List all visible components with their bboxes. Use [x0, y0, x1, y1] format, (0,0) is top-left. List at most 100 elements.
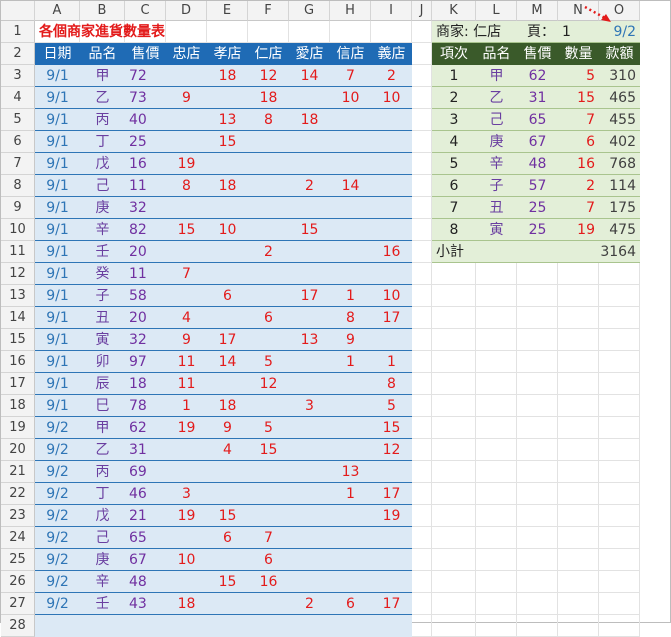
- table-cell[interactable]: [371, 461, 412, 483]
- table-cell[interactable]: 10: [207, 219, 248, 241]
- table-cell[interactable]: 82: [125, 219, 166, 241]
- row-header-9[interactable]: 9: [1, 197, 35, 219]
- grid-cell[interactable]: [517, 263, 558, 285]
- table-cell[interactable]: 6: [248, 307, 289, 329]
- table-cell[interactable]: [289, 417, 330, 439]
- grid-cell[interactable]: [432, 461, 476, 483]
- grid-cell[interactable]: [412, 483, 432, 505]
- table-cell[interactable]: [330, 549, 371, 571]
- table-cell[interactable]: 9: [330, 329, 371, 351]
- row-header-18[interactable]: 18: [1, 395, 35, 417]
- table-cell[interactable]: 戊: [80, 505, 125, 527]
- table-cell[interactable]: 己: [476, 109, 517, 131]
- table-cell[interactable]: 8: [166, 175, 207, 197]
- grid-cell[interactable]: [517, 527, 558, 549]
- table-cell[interactable]: 62: [125, 417, 166, 439]
- table-cell[interactable]: 9: [166, 87, 207, 109]
- right-header-cell[interactable]: 品名: [476, 43, 517, 65]
- table-cell[interactable]: 25: [517, 219, 558, 241]
- table-cell[interactable]: 72: [125, 65, 166, 87]
- table-cell[interactable]: 19: [371, 505, 412, 527]
- table-cell[interactable]: 5: [558, 65, 599, 87]
- table-cell[interactable]: 9: [207, 417, 248, 439]
- table-cell[interactable]: [330, 153, 371, 175]
- grid-cell[interactable]: [558, 439, 599, 461]
- table-cell[interactable]: [289, 483, 330, 505]
- row-header-13[interactable]: 13: [1, 285, 35, 307]
- table-cell[interactable]: [248, 483, 289, 505]
- column-header-k[interactable]: K: [432, 1, 476, 21]
- right-header-cell[interactable]: 項次: [432, 43, 476, 65]
- table-cell[interactable]: 7: [558, 109, 599, 131]
- table-cell[interactable]: 18: [125, 373, 166, 395]
- table-cell[interactable]: 40: [125, 109, 166, 131]
- grid-cell[interactable]: [517, 505, 558, 527]
- table-cell[interactable]: 17: [371, 593, 412, 615]
- table-cell[interactable]: 67: [125, 549, 166, 571]
- table-cell[interactable]: 丙: [80, 109, 125, 131]
- table-cell[interactable]: [330, 131, 371, 153]
- table-cell[interactable]: [371, 153, 412, 175]
- table-cell[interactable]: 1: [330, 483, 371, 505]
- table-cell[interactable]: 丁: [80, 483, 125, 505]
- table-cell[interactable]: [207, 87, 248, 109]
- table-cell[interactable]: 4: [166, 307, 207, 329]
- table-cell[interactable]: [330, 571, 371, 593]
- row-header-11[interactable]: 11: [1, 241, 35, 263]
- grid-cell[interactable]: [517, 549, 558, 571]
- table-cell[interactable]: 9/1: [35, 65, 80, 87]
- column-header-i[interactable]: I: [371, 1, 412, 21]
- table-cell[interactable]: 8: [248, 109, 289, 131]
- grid-cell[interactable]: [599, 417, 640, 439]
- left-header-cell[interactable]: 日期: [35, 43, 80, 65]
- grid-cell[interactable]: [517, 329, 558, 351]
- grid-cell[interactable]: [412, 197, 432, 219]
- table-cell[interactable]: 甲: [80, 417, 125, 439]
- row-header-27[interactable]: 27: [1, 593, 35, 615]
- table-cell[interactable]: [80, 615, 125, 637]
- row-header-1[interactable]: 1: [1, 21, 35, 43]
- table-cell[interactable]: [330, 109, 371, 131]
- table-cell[interactable]: 3: [432, 109, 476, 131]
- table-cell[interactable]: 25: [517, 197, 558, 219]
- grid-cell[interactable]: [476, 527, 517, 549]
- row-header-10[interactable]: 10: [1, 219, 35, 241]
- table-cell[interactable]: 46: [125, 483, 166, 505]
- table-cell[interactable]: 12: [248, 373, 289, 395]
- table-cell[interactable]: 175: [599, 197, 640, 219]
- table-cell[interactable]: 15: [289, 219, 330, 241]
- table-cell[interactable]: 7: [166, 263, 207, 285]
- table-cell[interactable]: 9/1: [35, 241, 80, 263]
- grid-cell[interactable]: [599, 307, 640, 329]
- table-cell[interactable]: 辰: [80, 373, 125, 395]
- table-cell[interactable]: 13: [289, 329, 330, 351]
- grid-cell[interactable]: [412, 241, 432, 263]
- table-cell[interactable]: [35, 615, 80, 637]
- table-cell[interactable]: 甲: [476, 65, 517, 87]
- table-cell[interactable]: [248, 461, 289, 483]
- table-cell[interactable]: 16: [558, 153, 599, 175]
- table-cell[interactable]: 9/1: [35, 307, 80, 329]
- table-cell[interactable]: 8: [432, 219, 476, 241]
- table-cell[interactable]: 6: [248, 549, 289, 571]
- table-cell[interactable]: 62: [517, 65, 558, 87]
- row-header-5[interactable]: 5: [1, 109, 35, 131]
- table-cell[interactable]: 7: [558, 197, 599, 219]
- table-cell[interactable]: [289, 307, 330, 329]
- grid-cell[interactable]: [476, 615, 517, 637]
- table-cell[interactable]: 2: [432, 87, 476, 109]
- table-cell[interactable]: [330, 263, 371, 285]
- table-cell[interactable]: 8: [371, 373, 412, 395]
- table-cell[interactable]: [371, 263, 412, 285]
- row-header-7[interactable]: 7: [1, 153, 35, 175]
- grid-cell[interactable]: [558, 483, 599, 505]
- grid-cell[interactable]: [476, 593, 517, 615]
- table-cell[interactable]: 9/2: [35, 593, 80, 615]
- table-cell[interactable]: [207, 373, 248, 395]
- grid-cell[interactable]: [412, 549, 432, 571]
- table-cell[interactable]: 455: [599, 109, 640, 131]
- grid-cell[interactable]: [558, 615, 599, 637]
- left-header-cell[interactable]: 信店: [330, 43, 371, 65]
- grid-cell[interactable]: [432, 395, 476, 417]
- row-header-4[interactable]: 4: [1, 87, 35, 109]
